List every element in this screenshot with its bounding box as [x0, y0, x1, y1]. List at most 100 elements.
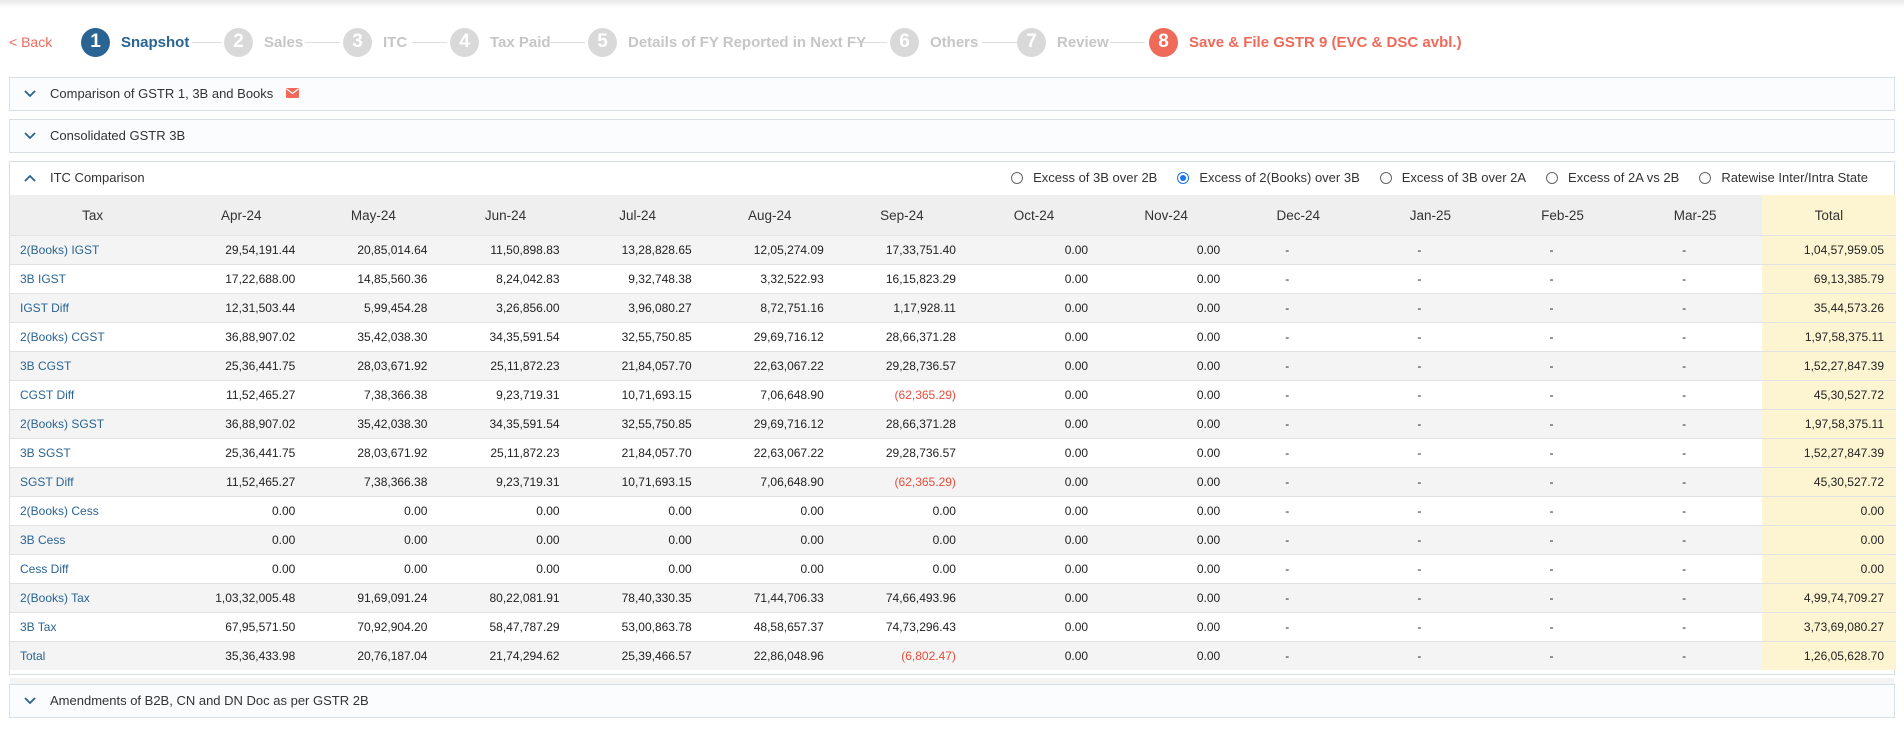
table-cell: -: [1364, 496, 1497, 526]
row-label-link[interactable]: 2(Books) CGST: [10, 322, 176, 352]
step-save-file[interactable]: 8 Save & File GSTR 9 (EVC & DSC avbl.): [1149, 27, 1462, 57]
table-cell: 0.00: [439, 554, 572, 584]
row-total-cell: 69,13,385.79: [1761, 264, 1896, 294]
step-snapshot[interactable]: 1 Snapshot: [81, 27, 189, 57]
panel-amendments[interactable]: Amendments of B2B, CN and DN Doc as per …: [9, 684, 1895, 718]
radio-dot[interactable]: [1699, 171, 1712, 184]
panel-header[interactable]: Amendments of B2B, CN and DN Doc as per …: [10, 685, 1894, 717]
row-total-cell: 0.00: [1761, 554, 1896, 584]
row-total-cell: 45,30,527.72: [1761, 380, 1896, 410]
step-review[interactable]: 7 Review: [1017, 27, 1109, 57]
panel-consolidated[interactable]: Consolidated GSTR 3B: [9, 119, 1895, 153]
step-number: 5: [588, 27, 617, 57]
row-total-cell: 35,44,573.26: [1761, 293, 1896, 323]
row-label-link[interactable]: Total: [10, 641, 176, 670]
chevron-down-icon[interactable]: [22, 693, 38, 709]
row-label-link[interactable]: 3B CGST: [10, 351, 176, 381]
step-itc[interactable]: 3 ITC: [343, 27, 407, 57]
table-cell: 22,63,067.22: [703, 438, 836, 468]
column-header-month: Mar-25: [1628, 195, 1762, 236]
radio-excess-3b-over-2a[interactable]: Excess of 3B over 2A: [1379, 170, 1526, 185]
radio-dot[interactable]: [1177, 171, 1190, 184]
table-cell: 0.00: [967, 467, 1101, 497]
panel-comparison[interactable]: Comparison of GSTR 1, 3B and Books: [9, 77, 1895, 111]
row-label-link[interactable]: 2(Books) SGST: [10, 409, 176, 439]
table-cell: 71,44,706.33: [703, 583, 836, 613]
panel-header[interactable]: Comparison of GSTR 1, 3B and Books: [10, 78, 1894, 110]
itc-comparison-table: Tax Apr-24 May-24 Jun-24 Jul-24 Aug-24 Sep-24 O…: [10, 195, 1896, 670]
table-row: 2(Books) SGST 36,88,907.02 35,42,038.30 34,…: [10, 409, 1896, 439]
table-cell: -: [1628, 525, 1762, 555]
table-cell: 1,17,928.11: [835, 293, 968, 323]
row-total-cell: 4,99,74,709.27: [1761, 583, 1896, 613]
table-row: SGST Diff 11,52,465.27 7,38,366.38 9,23,719…: [10, 467, 1896, 497]
radio-excess-2a-vs-2b[interactable]: Excess of 2A vs 2B: [1546, 170, 1679, 185]
table-cell: 0.00: [967, 641, 1101, 670]
row-label-link[interactable]: 3B Cess: [10, 525, 176, 555]
step-connector: [192, 42, 222, 43]
table-cell: 34,35,591.54: [439, 409, 572, 439]
column-header-month: Apr-24: [175, 195, 308, 236]
wizard-stepper: < Back 1 Snapshot 2 Sales 3 ITC 4 Tax Pa…: [0, 22, 1904, 62]
step-others[interactable]: 6 Others: [890, 27, 978, 57]
row-label-link[interactable]: SGST Diff: [10, 467, 176, 497]
table-cell: 29,28,736.57: [835, 438, 968, 468]
table-cell: (62,365.29): [835, 380, 968, 410]
radio-dot[interactable]: [1546, 171, 1559, 184]
step-tax-paid[interactable]: 4 Tax Paid: [450, 27, 551, 57]
row-label-link[interactable]: 2(Books) Tax: [10, 583, 176, 613]
panel-title: Amendments of B2B, CN and DN Doc as per …: [50, 693, 369, 708]
table-cell: 21,84,057.70: [571, 438, 704, 468]
table-cell: 3,32,522.93: [703, 264, 836, 294]
table-cell: -: [1628, 496, 1762, 526]
table-cell: 0.00: [835, 525, 968, 555]
table-cell: 14,85,560.36: [307, 264, 440, 294]
panel-header[interactable]: Consolidated GSTR 3B: [10, 120, 1894, 152]
table-cell: -: [1232, 641, 1365, 670]
radio-excess-2books-over-3b[interactable]: Excess of 2(Books) over 3B: [1177, 170, 1360, 185]
radio-ratewise-inter-intra[interactable]: Ratewise Inter/Intra State: [1699, 170, 1868, 185]
table-cell: 34,35,591.54: [439, 322, 572, 352]
row-total-cell: 1,52,27,847.39: [1761, 351, 1896, 381]
table-cell: 22,63,067.22: [703, 351, 836, 381]
table-cell: 0.00: [1100, 351, 1233, 381]
step-fy-details[interactable]: 5 Details of FY Reported in Next FY: [588, 27, 866, 57]
table-cell: 0.00: [175, 525, 308, 555]
row-total-cell: 1,97,58,375.11: [1761, 322, 1896, 352]
table-cell: 5,99,454.28: [307, 293, 440, 323]
table-cell: 53,00,863.78: [571, 612, 704, 642]
table-cell: 12,31,503.44: [175, 293, 308, 323]
chevron-down-icon[interactable]: [22, 86, 38, 102]
step-number: 3: [343, 27, 372, 57]
table-cell: -: [1496, 612, 1629, 642]
step-label: Details of FY Reported in Next FY: [628, 33, 867, 51]
radio-dot[interactable]: [1379, 171, 1392, 184]
table-cell: 35,42,038.30: [307, 322, 440, 352]
chevron-down-icon[interactable]: [22, 128, 38, 144]
row-label-link[interactable]: 3B Tax: [10, 612, 176, 642]
radio-dot[interactable]: [1011, 171, 1024, 184]
row-label-link[interactable]: 2(Books) Cess: [10, 496, 176, 526]
row-label-link[interactable]: IGST Diff: [10, 293, 176, 323]
table-cell: 0.00: [1100, 583, 1233, 613]
mail-icon[interactable]: [286, 88, 299, 98]
row-label-link[interactable]: 2(Books) IGST: [10, 235, 176, 265]
row-label-link[interactable]: Cess Diff: [10, 554, 176, 584]
table-cell: 7,38,366.38: [307, 467, 440, 497]
back-link[interactable]: < Back: [9, 34, 52, 50]
column-header-total: Total: [1761, 195, 1896, 236]
table-cell: -: [1496, 380, 1629, 410]
step-label: Save & File GSTR 9 (EVC & DSC avbl.): [1189, 33, 1462, 51]
table-cell: 10,71,693.15: [571, 467, 704, 497]
panel-header[interactable]: ITC Comparison Excess of 3B over 2B Exce…: [10, 162, 1894, 194]
table-cell: 0.00: [967, 525, 1101, 555]
table-cell: -: [1364, 467, 1497, 497]
row-label-link[interactable]: 3B SGST: [10, 438, 176, 468]
table-cell: 0.00: [967, 322, 1101, 352]
step-sales[interactable]: 2 Sales: [224, 27, 303, 57]
step-connector: [982, 42, 1017, 43]
radio-excess-3b-over-2b[interactable]: Excess of 3B over 2B: [1011, 170, 1157, 185]
chevron-up-icon[interactable]: [22, 170, 38, 186]
row-label-link[interactable]: CGST Diff: [10, 380, 176, 410]
row-label-link[interactable]: 3B IGST: [10, 264, 176, 294]
